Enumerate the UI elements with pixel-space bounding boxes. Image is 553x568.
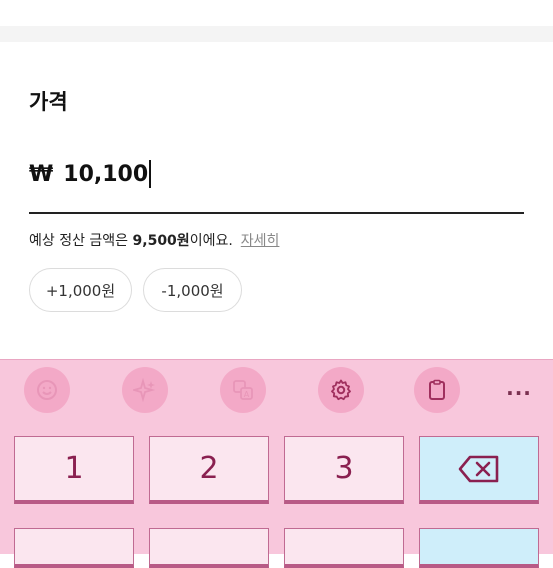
price-input[interactable]: ₩ 10,100 xyxy=(29,156,152,192)
settlement-amount: 9,500원 xyxy=(132,233,190,249)
price-value: 10,100 xyxy=(63,161,149,187)
sparkle-icon[interactable] xyxy=(122,367,168,413)
currency-symbol: ₩ xyxy=(29,161,54,187)
settlement-suffix: 이에요. xyxy=(189,233,233,249)
backspace-icon xyxy=(458,455,499,482)
key-3[interactable]: 3 xyxy=(284,436,404,504)
minus-1000-button[interactable]: -1,000원 xyxy=(143,268,242,312)
emoji-icon[interactable] xyxy=(24,367,70,413)
backspace-key[interactable] xyxy=(419,436,539,504)
key-row2-3[interactable] xyxy=(284,528,404,568)
clipboard-icon[interactable] xyxy=(414,367,460,413)
key-1[interactable]: 1 xyxy=(14,436,134,504)
more-icon[interactable]: ... xyxy=(504,376,534,404)
settings-gear-icon[interactable] xyxy=(318,367,364,413)
price-label: 가격 xyxy=(29,90,68,114)
text-caret xyxy=(149,160,152,188)
key-row2-2[interactable] xyxy=(149,528,269,568)
top-bar xyxy=(0,0,553,42)
price-input-underline xyxy=(29,212,524,214)
key-row2-1[interactable] xyxy=(14,528,134,568)
top-divider-strip xyxy=(0,26,553,42)
key-row2-4[interactable] xyxy=(419,528,539,568)
svg-text:A: A xyxy=(244,390,250,399)
settlement-info: 예상 정산 금액은 9,500원이에요. 자세히 xyxy=(29,230,279,250)
translate-icon[interactable]: A xyxy=(220,367,266,413)
details-link[interactable]: 자세히 xyxy=(241,233,280,249)
settlement-prefix: 예상 정산 금액은 xyxy=(29,233,133,249)
key-2[interactable]: 2 xyxy=(149,436,269,504)
plus-1000-button[interactable]: +1,000원 xyxy=(29,268,132,312)
